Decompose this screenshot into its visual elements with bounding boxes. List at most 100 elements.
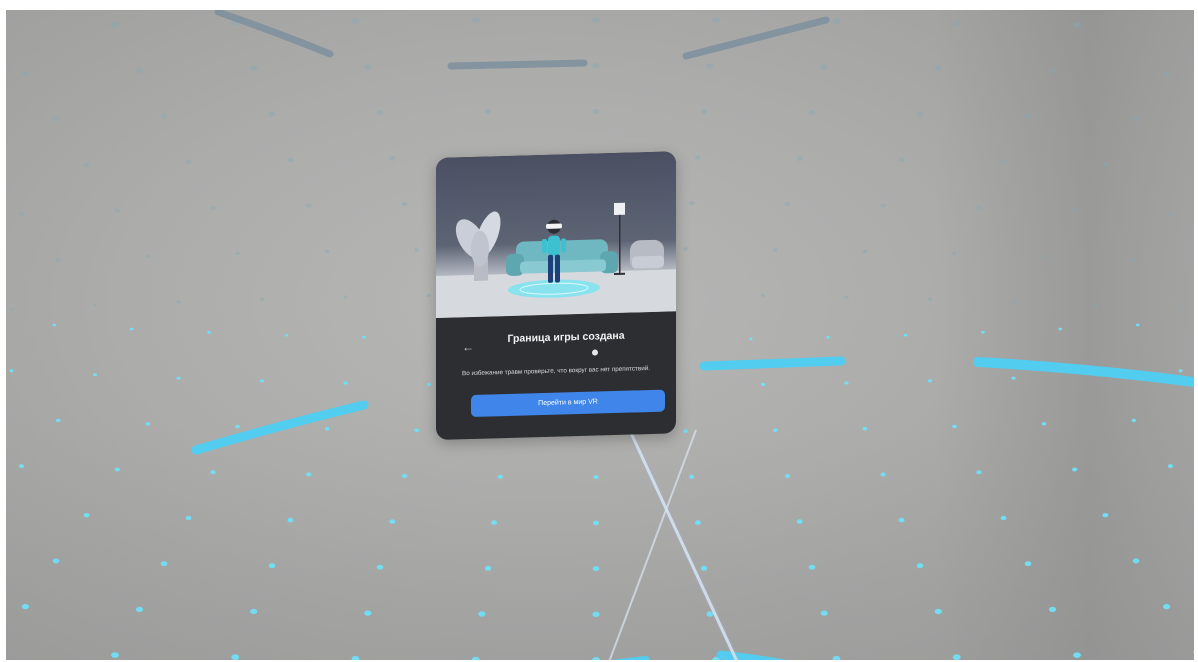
boundary-dot <box>484 565 492 571</box>
boundary-dot <box>592 566 600 572</box>
boundary-dot <box>592 657 600 660</box>
boundary-dot <box>808 564 816 570</box>
boundary-dot <box>478 611 486 617</box>
boundary-dot <box>306 472 312 477</box>
boundary-dot <box>820 64 828 70</box>
boundary-dot <box>952 19 961 26</box>
boundary-dot <box>426 382 432 387</box>
boundary-dot <box>1073 652 1081 658</box>
boundary-dot <box>844 295 849 299</box>
room-illustration <box>436 202 676 318</box>
boundary-dot <box>343 381 348 385</box>
boundary-dot <box>1163 603 1171 610</box>
boundary-dot <box>93 373 97 377</box>
boundary-dot <box>484 109 492 115</box>
dialog-description: Во избежание травм проверьте, что вокруг… <box>462 365 651 378</box>
boundary-dot <box>287 517 294 523</box>
boundary-dot <box>52 323 57 327</box>
boundary-dot <box>376 110 384 116</box>
boundary-dot <box>1102 162 1109 167</box>
boundary-dot <box>111 652 119 658</box>
boundary-dot <box>1072 208 1078 213</box>
boundary-dot <box>1163 70 1171 77</box>
boundary-dot <box>55 257 61 262</box>
boundary-dot <box>694 155 701 160</box>
boundary-dot <box>1072 467 1078 472</box>
boundary-dot <box>21 603 29 610</box>
boundary-dot <box>1000 159 1007 165</box>
boundary-dot <box>1011 300 1016 304</box>
boundary-dot <box>1178 369 1183 373</box>
boundary-created-dialog: ← Граница игры создана Во избежание трав… <box>436 151 676 440</box>
boundary-dot <box>832 655 841 660</box>
boundary-dot <box>83 513 90 518</box>
boundary-dot <box>414 248 420 252</box>
boundary-dot <box>389 519 396 524</box>
boundary-dot <box>1131 418 1137 423</box>
boundary-dot <box>9 369 14 373</box>
boundary-dot <box>306 203 312 208</box>
armchair-icon <box>630 239 664 271</box>
boundary-dot <box>145 422 151 426</box>
boundary-dot <box>862 426 868 431</box>
boundary-dot <box>324 426 330 431</box>
boundary-dot <box>1135 323 1140 327</box>
boundary-dot <box>952 424 957 429</box>
boundary-dot <box>401 202 408 207</box>
boundary-dot <box>210 470 216 475</box>
boundary-dot <box>1011 376 1016 380</box>
boundary-dot <box>426 293 432 298</box>
boundary-dot <box>592 108 600 114</box>
boundary-dot <box>1167 464 1174 469</box>
boundary-dot <box>176 376 181 380</box>
boundary-dot <box>129 327 134 331</box>
boundary-dot <box>250 65 258 72</box>
boundary-dot <box>52 116 60 122</box>
boundary-dot <box>114 467 121 472</box>
boundary-dot <box>1102 513 1109 518</box>
boundary-dot <box>1178 307 1183 311</box>
boundary-dot <box>796 519 803 524</box>
boundary-dot <box>952 251 957 256</box>
boundary-dot <box>898 517 905 523</box>
vr-passthrough-room: ← Граница игры создана Во избежание трав… <box>6 10 1194 660</box>
boundary-dot <box>1000 515 1007 521</box>
boundary-dot <box>114 208 121 213</box>
boundary-dot <box>772 248 778 252</box>
boundary-dot <box>207 330 212 334</box>
boundary-arc-top-right <box>682 16 830 60</box>
boundary-dot <box>185 159 192 165</box>
boundary-dot <box>362 335 366 339</box>
boundary-dot <box>401 473 408 478</box>
boundary-dot <box>1193 650 1194 654</box>
boundary-dot <box>796 156 803 161</box>
boundary-dot <box>1024 561 1032 567</box>
boundary-dot <box>250 608 258 615</box>
enter-vr-button[interactable]: Перейти в мир VR <box>471 389 665 418</box>
boundary-dot <box>268 111 276 117</box>
boundary-dot <box>1095 303 1099 307</box>
boundary-dot <box>898 157 905 163</box>
boundary-dot <box>934 65 942 72</box>
boundary-dot <box>862 249 868 254</box>
boundary-dot <box>268 563 276 569</box>
boundary-dot <box>389 156 396 161</box>
boundary-dot <box>592 63 600 69</box>
boundary-dot <box>364 610 372 616</box>
boundary-dot <box>927 379 933 383</box>
boundary-dot <box>1132 116 1140 122</box>
boundary-dot <box>414 428 420 433</box>
boundary-dot <box>689 201 695 206</box>
boundary-dot <box>927 297 933 301</box>
boundary-dot <box>1132 558 1140 564</box>
boundary-dot <box>324 249 330 254</box>
boundary-dot <box>93 303 97 307</box>
boundary-dot <box>981 330 985 334</box>
boundary-dot <box>491 520 498 525</box>
boundary-dot <box>760 382 766 387</box>
dialog-title: Граница игры создана <box>507 329 625 346</box>
back-arrow-icon[interactable]: ← <box>462 340 474 354</box>
boundary-dot <box>83 162 90 167</box>
boundary-dot <box>259 379 265 383</box>
boundary-dot <box>235 424 240 429</box>
